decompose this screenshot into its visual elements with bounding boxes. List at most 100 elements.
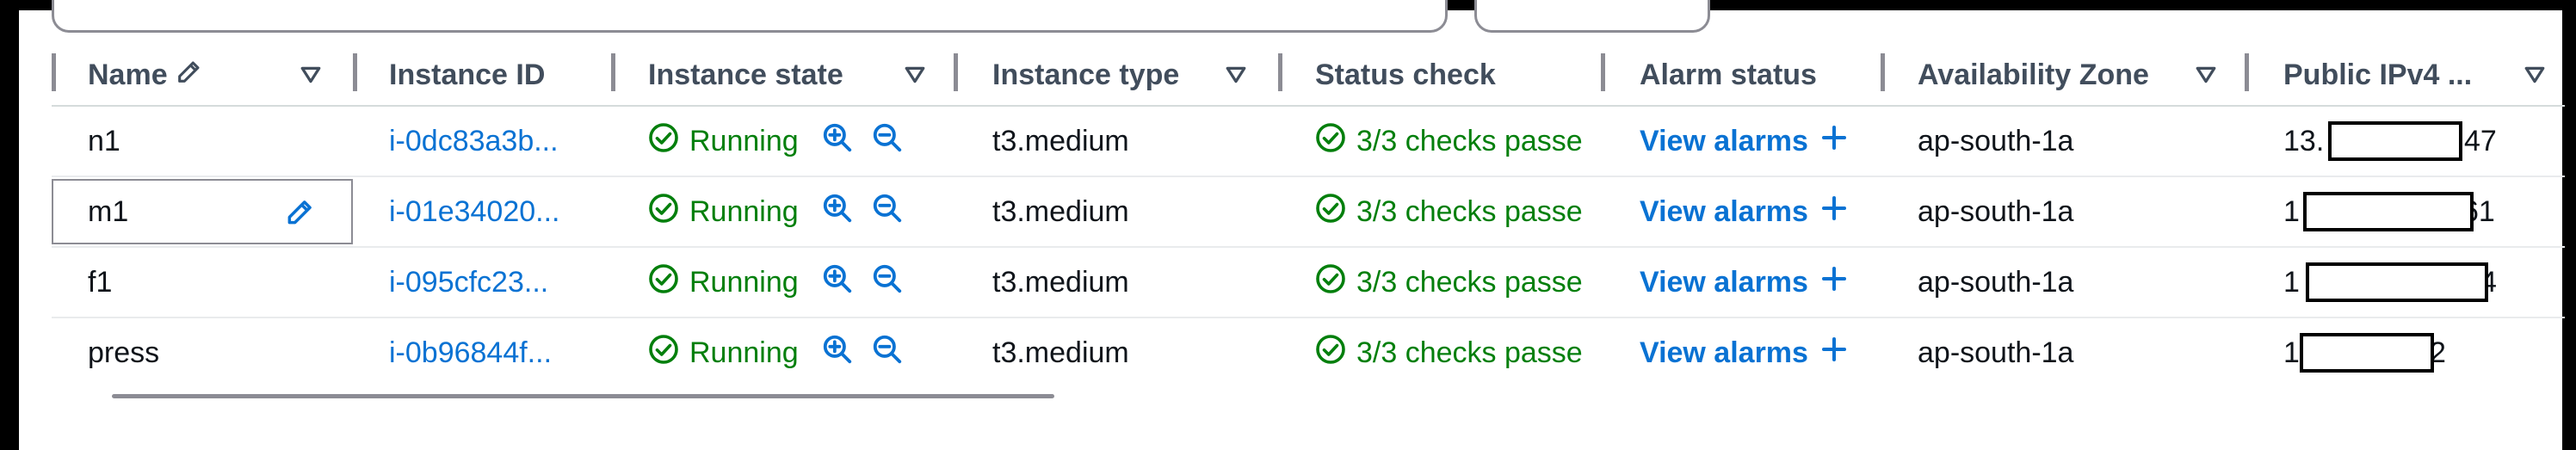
- zoom-out-icon[interactable]: [871, 192, 904, 232]
- instance-id-link[interactable]: i-0dc83a3b...: [389, 107, 559, 176]
- column-header-label: Name: [88, 58, 168, 91]
- check-circle-icon: [1315, 334, 1346, 373]
- column-header-instance-type[interactable]: Instance type: [992, 45, 1179, 105]
- column-header-label: Alarm status: [1640, 58, 1817, 91]
- instance-id-link[interactable]: i-01e34020...: [389, 177, 560, 246]
- column-header-label: Status check: [1315, 58, 1496, 91]
- column-header-label: Instance state: [648, 58, 843, 91]
- view-alarms-link[interactable]: View alarms: [1640, 177, 1848, 246]
- ec2-instances-table-view: Name Instance ID Instance state Instance…: [0, 0, 2576, 450]
- caret-down-icon[interactable]: [2195, 64, 2217, 86]
- view-alarms-label: View alarms: [1640, 265, 1808, 299]
- caret-down-icon[interactable]: [300, 64, 322, 86]
- status-check: 3/3 checks passec: [1315, 318, 1584, 387]
- instance-name[interactable]: n1: [88, 107, 120, 176]
- column-header-status-check[interactable]: Status check: [1315, 45, 1496, 105]
- column-divider[interactable]: [954, 53, 958, 91]
- state-label: Running: [689, 265, 799, 299]
- status-check-label: 3/3 checks passec: [1356, 124, 1584, 157]
- search-input[interactable]: [52, 0, 1448, 33]
- redaction-box: [2300, 333, 2434, 373]
- caret-down-icon[interactable]: [2523, 64, 2546, 86]
- view-alarms-link[interactable]: View alarms: [1640, 248, 1848, 317]
- column-header-name[interactable]: Name: [88, 45, 204, 105]
- zoom-in-icon[interactable]: [821, 333, 854, 373]
- column-header-alarm-status[interactable]: Alarm status: [1640, 45, 1817, 105]
- zoom-out-icon[interactable]: [871, 262, 904, 303]
- view-alarms-label: View alarms: [1640, 124, 1808, 157]
- status-check: 3/3 checks passec: [1315, 107, 1584, 176]
- status-check-label: 3/3 checks passec: [1356, 265, 1584, 299]
- table-row[interactable]: f1 i-095cfc23... Running t3.medium 3/3 c…: [52, 248, 2565, 318]
- instance-type: t3.medium: [992, 265, 1129, 299]
- view-alarms-link[interactable]: View alarms: [1640, 107, 1848, 176]
- column-divider[interactable]: [353, 53, 357, 91]
- redaction-box: [2328, 121, 2462, 161]
- instance-name[interactable]: m1: [88, 177, 128, 246]
- column-header-label: Instance ID: [389, 58, 546, 91]
- horizontal-scrollbar[interactable]: [112, 394, 1054, 398]
- redaction-box: [2303, 192, 2474, 231]
- column-header-instance-state[interactable]: Instance state: [648, 45, 843, 105]
- table-row[interactable]: n1 i-0dc83a3b... Running t3.medium 3/3 c…: [52, 107, 2565, 177]
- plus-icon[interactable]: [1820, 124, 1848, 159]
- table-row[interactable]: m1 i-01e34020... Running t3.medium 3/3 c…: [52, 177, 2565, 248]
- instance-id-link[interactable]: i-095cfc23...: [389, 248, 548, 317]
- column-header-instance-id[interactable]: Instance ID: [389, 45, 545, 105]
- pencil-icon: [175, 57, 204, 94]
- availability-zone: ap-south-1a: [1918, 194, 2074, 228]
- status-check-label: 3/3 checks passec: [1356, 336, 1584, 369]
- pencil-icon[interactable]: [284, 177, 317, 246]
- status-check: 3/3 checks passec: [1315, 248, 1584, 317]
- column-header-label: Public IPv4 ...: [2283, 58, 2473, 91]
- state-label: Running: [689, 124, 799, 157]
- check-circle-icon: [648, 122, 679, 161]
- state-label: Running: [689, 336, 799, 369]
- column-header-public-ipv4[interactable]: Public IPv4 ...: [2283, 45, 2472, 105]
- column-divider[interactable]: [52, 53, 56, 91]
- check-circle-icon: [648, 263, 679, 302]
- column-divider[interactable]: [1278, 53, 1282, 91]
- column-divider[interactable]: [611, 53, 615, 91]
- zoom-out-icon[interactable]: [871, 121, 904, 162]
- column-header-label: Instance type: [992, 58, 1180, 91]
- check-circle-icon: [1315, 122, 1346, 161]
- plus-icon[interactable]: [1820, 265, 1848, 300]
- instance-type: t3.medium: [992, 194, 1129, 228]
- availability-zone: ap-south-1a: [1918, 265, 2074, 299]
- ip-prefix: 1: [2283, 194, 2300, 228]
- availability-zone: ap-south-1a: [1918, 124, 2074, 157]
- zoom-in-icon[interactable]: [821, 121, 854, 162]
- column-header-availability-zone[interactable]: Availability Zone: [1918, 45, 2149, 105]
- instance-state: Running: [648, 177, 904, 246]
- ip-prefix: 1: [2283, 336, 2300, 369]
- plus-icon[interactable]: [1820, 194, 1848, 230]
- table-header-row: Name Instance ID Instance state Instance…: [52, 45, 2565, 107]
- caret-down-icon[interactable]: [1225, 64, 1247, 86]
- view-alarms-label: View alarms: [1640, 194, 1808, 228]
- column-divider[interactable]: [2245, 53, 2249, 91]
- zoom-in-icon[interactable]: [821, 262, 854, 303]
- view-alarms-link[interactable]: View alarms: [1640, 318, 1848, 387]
- zoom-out-icon[interactable]: [871, 333, 904, 373]
- instances-table: Name Instance ID Instance state Instance…: [52, 45, 2565, 387]
- ip-suffix: 47: [2464, 124, 2497, 157]
- column-divider[interactable]: [1881, 53, 1885, 91]
- instance-name[interactable]: f1: [88, 248, 112, 317]
- filter-dropdown[interactable]: [1474, 0, 1710, 33]
- instance-name[interactable]: press: [88, 318, 159, 387]
- state-label: Running: [689, 194, 799, 228]
- caret-down-icon[interactable]: [904, 64, 926, 86]
- status-check-label: 3/3 checks passec: [1356, 194, 1584, 228]
- check-circle-icon: [1315, 193, 1346, 231]
- column-header-label: Availability Zone: [1918, 58, 2149, 91]
- view-alarms-label: View alarms: [1640, 336, 1808, 369]
- instance-id-link[interactable]: i-0b96844f...: [389, 318, 552, 387]
- zoom-in-icon[interactable]: [821, 192, 854, 232]
- check-circle-icon: [648, 193, 679, 231]
- plus-icon[interactable]: [1820, 336, 1848, 371]
- column-divider[interactable]: [1601, 53, 1605, 91]
- status-check: 3/3 checks passec: [1315, 177, 1584, 246]
- table-row[interactable]: press i-0b96844f... Running t3.medium 3/…: [52, 318, 2565, 387]
- ip-prefix: 1: [2283, 265, 2300, 299]
